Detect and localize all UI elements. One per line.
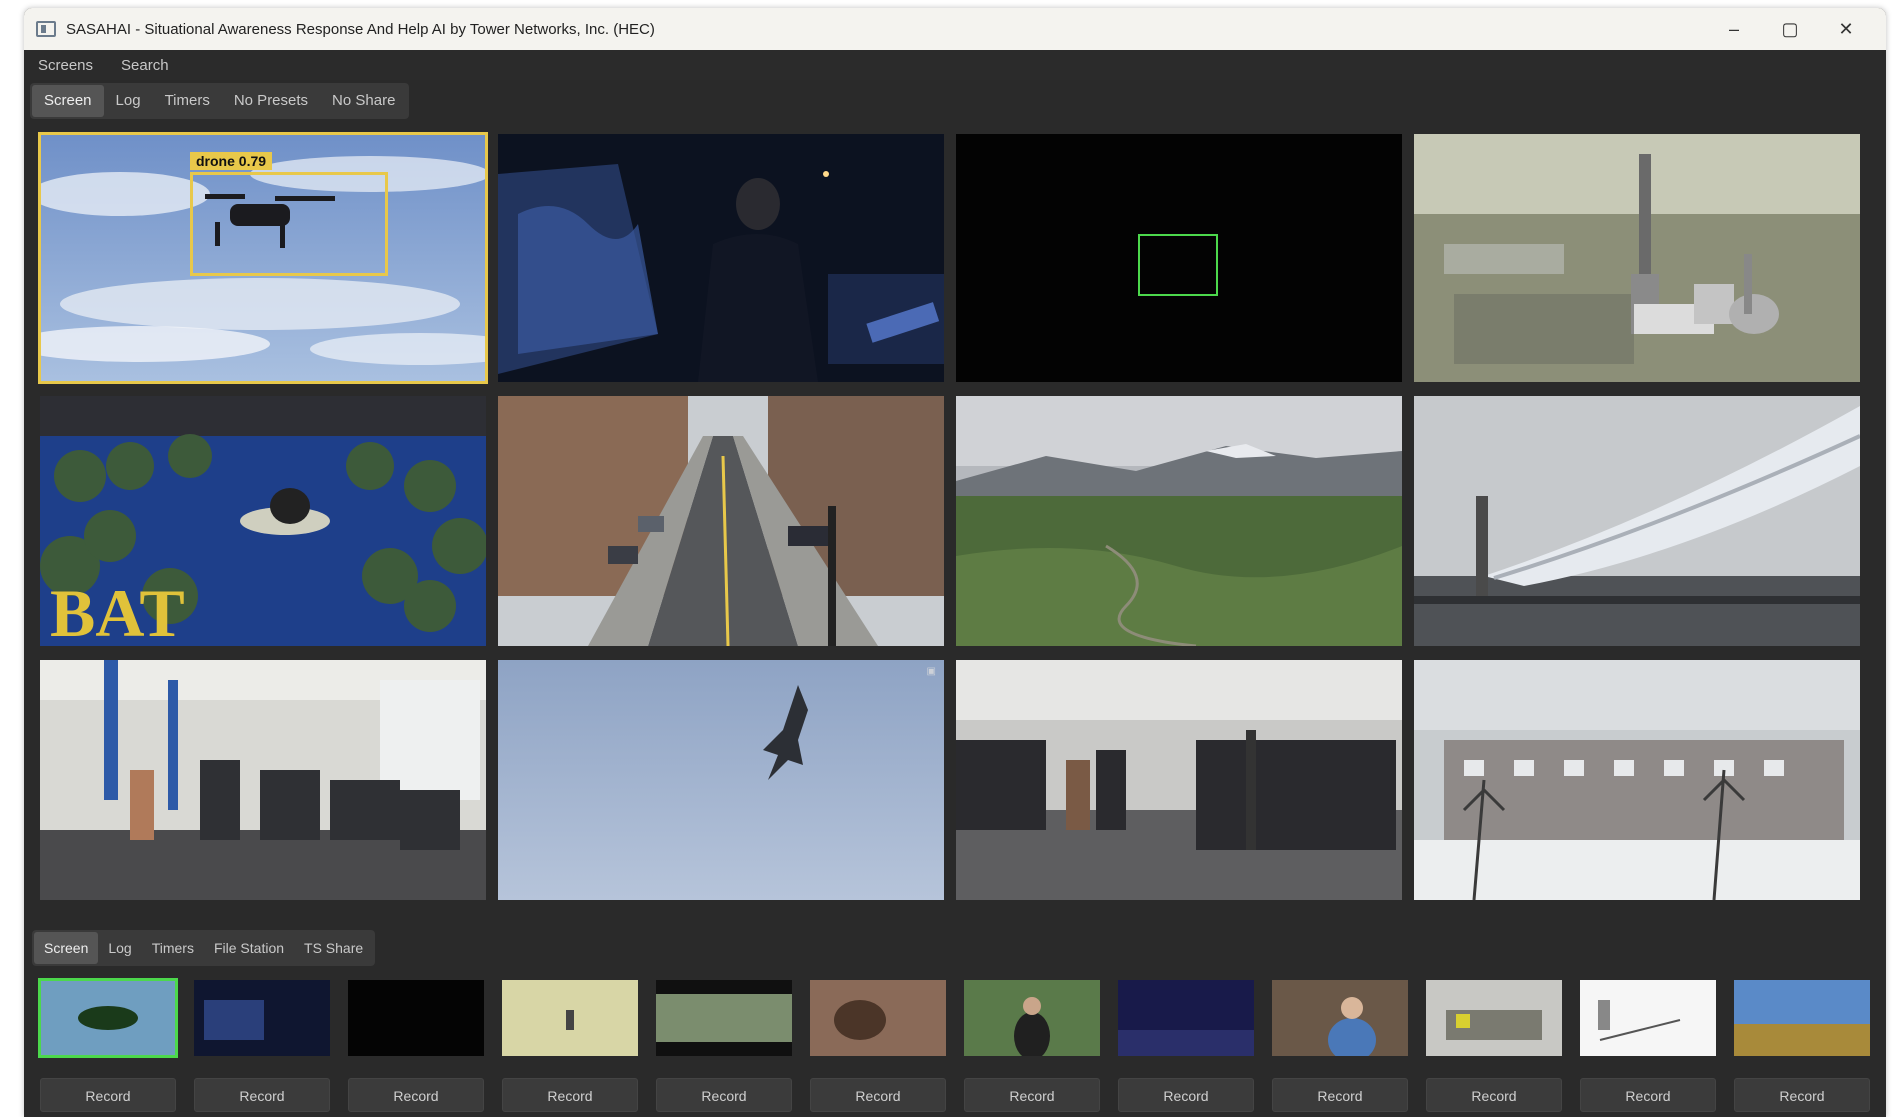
thumbnail-12[interactable] [1734, 980, 1870, 1056]
record-button-11[interactable]: Record [1580, 1078, 1716, 1112]
thumbnail-10[interactable] [1426, 980, 1562, 1056]
detection-label: drone 0.79 [190, 152, 273, 170]
court-image: BAT [40, 396, 486, 646]
thumbnail-8[interactable] [1118, 980, 1254, 1056]
thumbnail-4[interactable] [502, 980, 638, 1056]
tab-log[interactable]: Log [104, 85, 153, 117]
thumbnail-5[interactable] [656, 980, 792, 1056]
thumbnail-6[interactable] [810, 980, 946, 1056]
night-scene-image [498, 134, 944, 382]
tab-no-share[interactable]: No Share [320, 85, 407, 117]
thumbnail-7[interactable] [964, 980, 1100, 1056]
camera-feed-sky-drone[interactable]: drone 0.79 [38, 132, 488, 384]
record-button-12[interactable]: Record [1734, 1078, 1870, 1112]
gym-image-1 [40, 660, 486, 900]
motion-box [1138, 234, 1218, 296]
camera-feed-gym-2[interactable] [956, 660, 1402, 900]
record-button-4[interactable]: Record [502, 1078, 638, 1112]
record-button-1[interactable]: Record [40, 1078, 176, 1112]
tab-screen[interactable]: Screen [32, 85, 104, 117]
valley-image [956, 396, 1402, 646]
bottom-tab-timers[interactable]: Timers [142, 932, 204, 964]
record-button-10[interactable]: Record [1426, 1078, 1562, 1112]
camera-feed-mountain-valley[interactable] [956, 396, 1402, 646]
bottom-tab-log[interactable]: Log [98, 932, 141, 964]
camera-feed-indoor-court[interactable]: BAT [40, 396, 486, 646]
industrial-image [1414, 134, 1860, 382]
tab-timers[interactable]: Timers [153, 85, 222, 117]
camera-feed-night-officer[interactable] [498, 134, 944, 382]
menu-bar: Screens Search [24, 50, 1886, 80]
record-button-6[interactable]: Record [810, 1078, 946, 1112]
minimize-button[interactable]: – [1706, 19, 1762, 40]
thumbnail-1[interactable] [38, 978, 178, 1058]
window-title: SASAHAI - Situational Awareness Response… [66, 20, 655, 38]
detection-box [190, 172, 388, 276]
thumbnail-2[interactable] [194, 980, 330, 1056]
gym-image-2 [956, 660, 1402, 900]
thumbnail-9[interactable] [1272, 980, 1408, 1056]
camera-feed-dark[interactable] [956, 134, 1402, 382]
watermark-icon: ▣ [926, 666, 936, 677]
thumbnail-3[interactable] [348, 980, 484, 1056]
bottom-tab-group: Screen Log Timers File Station TS Share [32, 930, 376, 966]
menu-search[interactable]: Search [121, 57, 169, 74]
title-bar: SASAHAI - Situational Awareness Response… [24, 8, 1886, 50]
camera-feed-city-street[interactable] [498, 396, 944, 646]
camera-feed-snowy-houses[interactable] [1414, 660, 1860, 900]
camera-feed-jet-sky[interactable]: ▣ [498, 660, 944, 900]
app-window: SASAHAI - Situational Awareness Response… [24, 8, 1886, 1117]
record-button-8[interactable]: Record [1118, 1078, 1254, 1112]
record-button-7[interactable]: Record [964, 1078, 1100, 1112]
houses-image [1414, 660, 1860, 900]
camera-grid: drone 0.79 BAT ▣ [38, 132, 1870, 900]
menu-screens[interactable]: Screens [38, 57, 93, 74]
camera-feed-pipeline[interactable] [1414, 396, 1860, 646]
svg-text:BAT: BAT [50, 575, 185, 646]
camera-feed-industrial-site[interactable] [1414, 134, 1860, 382]
record-button-2[interactable]: Record [194, 1078, 330, 1112]
record-buttons: Record Record Record Record Record Recor… [40, 1078, 1870, 1112]
pipeline-image [1414, 396, 1860, 646]
thumbnail-11[interactable] [1580, 980, 1716, 1056]
record-button-3[interactable]: Record [348, 1078, 484, 1112]
thumbnail-strip [38, 978, 1870, 1058]
camera-feed-gym-1[interactable] [40, 660, 486, 900]
top-tab-bar: Screen Log Timers No Presets No Share [24, 80, 1886, 122]
jet-image [498, 660, 944, 900]
bottom-tab-screen[interactable]: Screen [34, 932, 99, 964]
close-button[interactable]: ✕ [1818, 19, 1874, 40]
app-icon [36, 21, 56, 37]
bottom-tab-bar: Screen Log Timers File Station TS Share [32, 928, 376, 968]
bottom-tab-ts-share[interactable]: TS Share [294, 932, 373, 964]
bottom-tab-file-station[interactable]: File Station [204, 932, 294, 964]
maximize-button[interactable]: ▢ [1762, 19, 1818, 40]
record-button-9[interactable]: Record [1272, 1078, 1408, 1112]
record-button-5[interactable]: Record [656, 1078, 792, 1112]
top-tab-group: Screen Log Timers No Presets No Share [30, 83, 410, 119]
street-image [498, 396, 944, 646]
tab-no-presets[interactable]: No Presets [222, 85, 320, 117]
